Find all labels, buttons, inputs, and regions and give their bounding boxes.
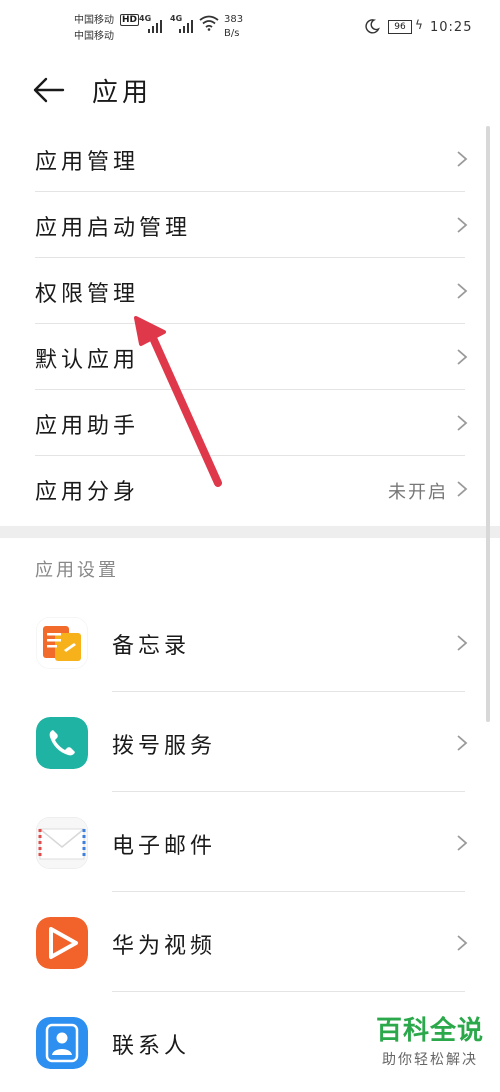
list-item-app-assistant[interactable]: 应用助手 [0,390,500,456]
email-icon [36,817,88,869]
watermark-title: 百科全说 [375,1016,484,1046]
watermark: 百科全说 助你轻松解决 [376,1010,484,1069]
app-label: 备忘录 [112,634,191,659]
app-label: 联系人 [112,1034,191,1059]
settings-list: 应用管理 应用启动管理 权限管理 默认应用 应用助手 应用分身 未开启 [0,126,500,522]
list-item-app-launch[interactable]: 应用启动管理 [0,192,500,258]
app-label: 华为视频 [112,934,217,959]
hd-badge: HD [120,14,140,26]
chevron-right-icon [457,415,468,431]
chevron-right-icon [457,151,468,167]
battery-icon: 96 [388,20,412,34]
watermark-subtitle: 助你轻松解决 [381,1052,478,1068]
carrier-2: 中国移动 [74,31,114,42]
chevron-right-icon [457,635,468,651]
chevron-right-icon [457,217,468,233]
section-separator [0,526,500,538]
list-item-app-management[interactable]: 应用管理 [0,126,500,192]
wifi-icon [199,15,219,31]
status-bar: 中国移动 中国移动 HD 4G 4G 383 B/s 96 ϟ 10:25 [0,0,500,50]
chevron-right-icon [457,735,468,751]
list-item-label: 应用启动管理 [35,216,192,241]
list-item-memo[interactable]: 备忘录 [0,592,500,692]
network-speed: 383 B/s [224,14,244,39]
list-item-label: 默认应用 [35,348,140,373]
list-item-huawei-video[interactable]: 华为视频 [0,892,500,992]
chevron-right-icon [457,835,468,851]
app-label: 电子邮件 [112,834,217,859]
carrier-labels: 中国移动 中国移动 [74,13,114,45]
list-item-email[interactable]: 电子邮件 [0,792,500,892]
app-twin-status: 未开启 [388,482,448,503]
scrollbar[interactable] [486,126,490,722]
chevron-right-icon [457,349,468,365]
header: 应用 [0,60,500,120]
video-icon [36,917,88,969]
list-item-dialer[interactable]: 拨号服务 [0,692,500,792]
list-item-permissions[interactable]: 权限管理 [0,258,500,324]
contacts-icon [36,1017,88,1069]
carrier-1: 中国移动 [74,15,114,26]
app-label: 拨号服务 [112,734,217,759]
list-item-default-apps[interactable]: 默认应用 [0,324,500,390]
list-item-label: 应用助手 [35,414,140,439]
list-item-label: 应用分身 [35,480,140,505]
memo-icon [36,617,88,669]
chevron-right-icon [457,481,468,497]
page-title: 应用 [92,78,153,108]
signal-icon-2 [179,17,195,33]
do-not-disturb-icon [365,19,380,34]
section-title: 应用设置 [35,560,119,581]
chevron-right-icon [457,935,468,951]
signal-icon-1 [148,17,164,33]
chevron-right-icon [457,283,468,299]
list-item-app-twin[interactable]: 应用分身 未开启 [0,456,500,522]
list-item-label: 权限管理 [35,282,140,307]
clock: 10:25 [430,20,473,35]
back-arrow-icon[interactable] [30,76,66,104]
charging-icon: ϟ [415,18,423,32]
phone-icon [36,717,88,769]
list-item-label: 应用管理 [35,150,140,175]
